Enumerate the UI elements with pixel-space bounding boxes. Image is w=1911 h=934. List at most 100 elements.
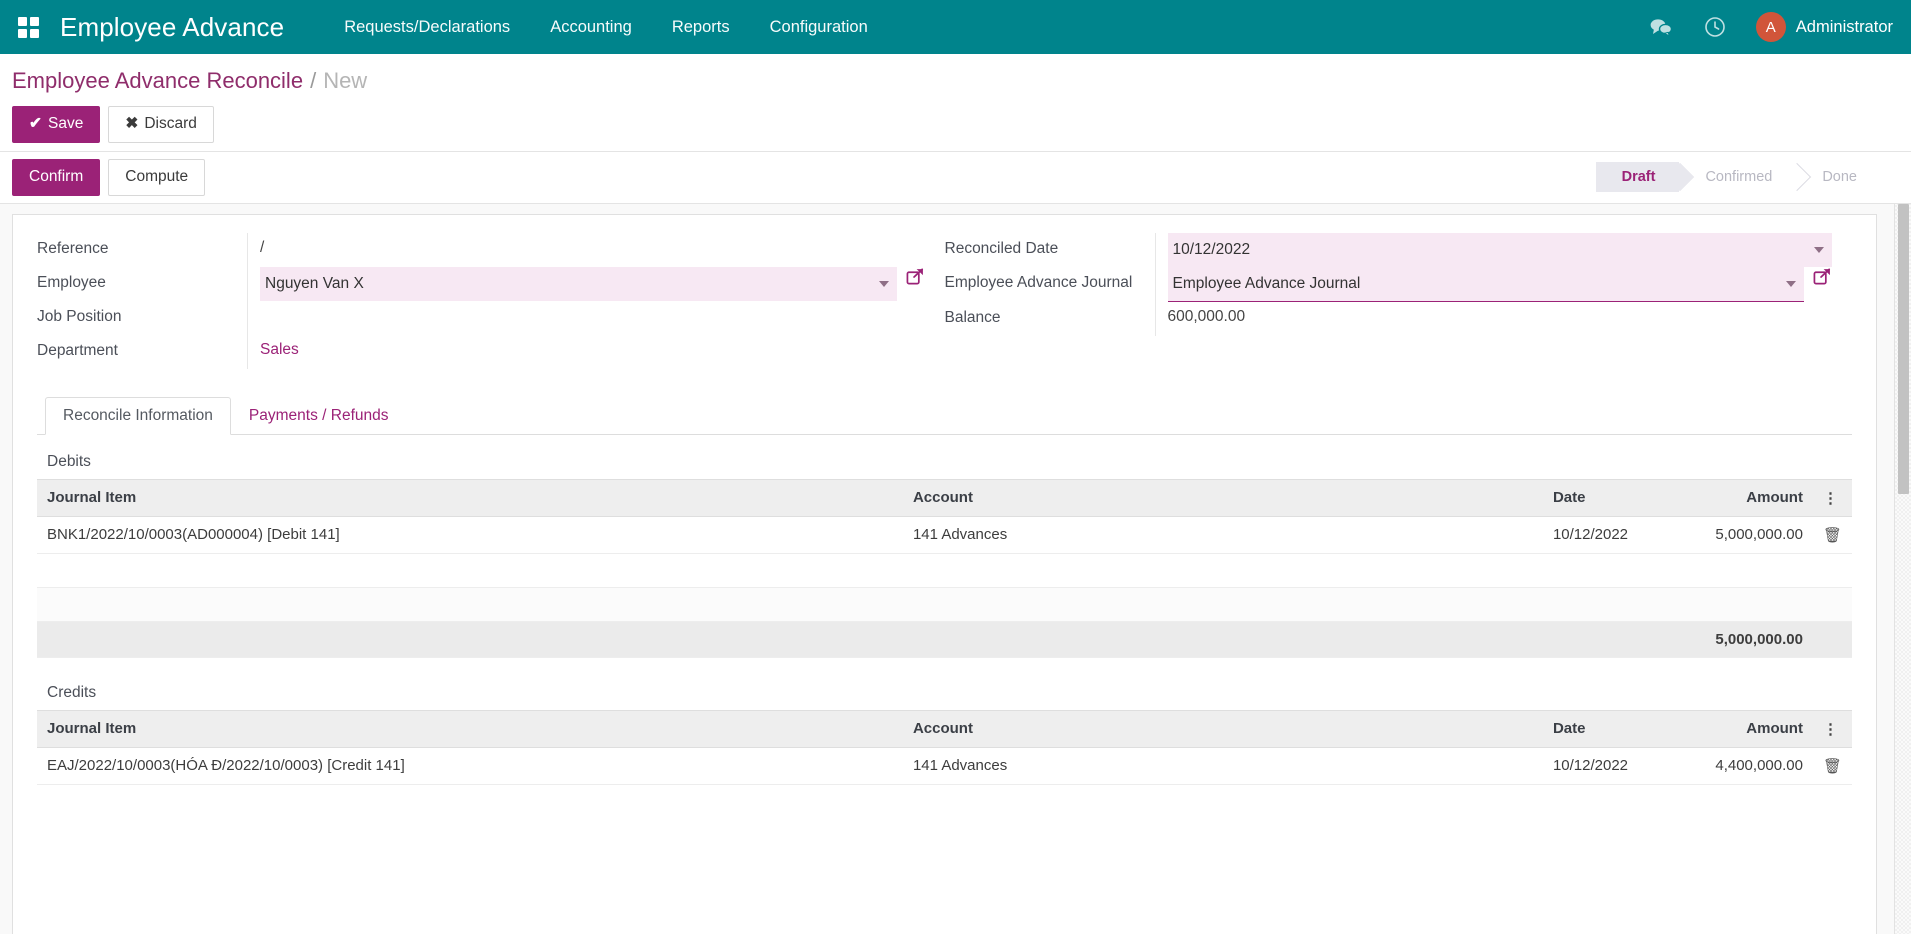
x-icon: ✖ (125, 115, 139, 132)
debits-delete-row-button[interactable]: 🗑 (1812, 516, 1852, 554)
top-navbar: Employee Advance Requests/Declarations A… (0, 0, 1911, 54)
credits-delete-row-button[interactable]: 🗑 (1812, 747, 1852, 785)
debits-add-row[interactable] (37, 587, 1852, 622)
credits-header-row: Journal Item Account Date Amount ⋮ (37, 709, 1852, 748)
stage-draft[interactable]: Draft (1595, 162, 1680, 193)
tab-list: Reconcile Information Payments / Refunds (37, 396, 1852, 435)
reconciled-date-field-wrap (1167, 232, 1832, 267)
credits-cell-journal-item[interactable]: EAJ/2022/10/0003(HÓA Đ/2022/10/0003) [Cr… (37, 747, 903, 785)
credits-cell-date[interactable]: 10/12/2022 (1542, 747, 1663, 785)
credits-cell-account[interactable]: 141 Advances (902, 747, 1543, 785)
user-menu[interactable]: A Administrator (1742, 12, 1893, 42)
external-link-icon (906, 268, 923, 285)
form-content-area: Reference / Employee Nguyen Van X Job Po… (0, 203, 1911, 934)
debits-total-spacer-2 (902, 620, 1543, 658)
debits-total-amount: 5,000,000.00 (1662, 620, 1813, 658)
debits-col-journal-item: Journal Item (37, 478, 903, 517)
discard-button-label: Discard (144, 115, 197, 132)
debits-total-spacer-3 (1542, 620, 1663, 658)
breadcrumb-separator: / (310, 68, 317, 93)
field-row-employee-advance-journal: Employee Advance Journal (944, 266, 1833, 302)
employee-label: Employee (37, 273, 106, 291)
form-column-left: Reference / Employee Nguyen Van X Job Po… (37, 232, 945, 369)
avatar: A (1755, 12, 1786, 42)
debits-optional-columns-button[interactable]: ⋮ (1812, 478, 1852, 517)
trash-icon: 🗑 (1822, 757, 1842, 775)
employee-open-record-button[interactable] (906, 267, 925, 286)
record-action-bar: ✔ Save ✖ Discard (0, 100, 1911, 152)
credits-col-account: Account (902, 709, 1543, 748)
table-row[interactable]: EAJ/2022/10/0003(HÓA Đ/2022/10/0003) [Cr… (37, 747, 1852, 785)
employee-input[interactable] (260, 266, 897, 301)
status-bar: Confirm Compute Draft Confirmed Done (0, 151, 1911, 204)
username-label: Administrator (1795, 17, 1893, 36)
form-top-section: Reference / Employee Nguyen Van X Job Po… (37, 232, 1852, 369)
chevron-down-icon[interactable] (878, 280, 889, 287)
employee-advance-journal-input[interactable] (1167, 266, 1804, 302)
department-value[interactable]: Sales (260, 335, 299, 359)
breadcrumb-root[interactable]: Employee Advance Reconcile (12, 68, 303, 94)
department-label: Department (37, 341, 118, 359)
credits-optional-columns-button[interactable]: ⋮ (1812, 709, 1852, 748)
save-button[interactable]: ✔ Save (12, 106, 101, 143)
messages-button[interactable] (1634, 18, 1688, 37)
menu-item-accounting[interactable]: Accounting (530, 10, 652, 45)
vertical-scrollbar[interactable] (1894, 203, 1911, 934)
save-button-label: Save (48, 115, 84, 132)
scrollbar-thumb[interactable] (1898, 203, 1909, 494)
form-sheet: Reference / Employee Nguyen Van X Job Po… (12, 213, 1877, 934)
menu-item-configuration[interactable]: Configuration (750, 10, 888, 45)
apps-grid-icon (17, 16, 39, 38)
journal-open-record-button[interactable] (1813, 267, 1832, 286)
compute-button[interactable]: Compute (108, 158, 206, 196)
employee-advance-journal-label: Employee Advance Journal (944, 273, 1133, 291)
discard-button[interactable]: ✖ Discard (108, 106, 214, 143)
stage-pipeline: Draft Confirmed Done (1595, 162, 1911, 193)
job-position-label: Job Position (37, 307, 122, 325)
tab-panel-reconcile-information: Debits Journal Item Account Date Amount … (37, 435, 1852, 785)
activities-button[interactable] (1688, 16, 1742, 38)
chevron-down-icon[interactable] (1814, 246, 1824, 253)
app-brand[interactable]: Employee Advance (60, 12, 284, 43)
trash-icon: 🗑 (1822, 526, 1842, 544)
credits-table-body: EAJ/2022/10/0003(HÓA Đ/2022/10/0003) [Cr… (37, 747, 1852, 785)
workflow-buttons: Confirm Compute (12, 158, 206, 196)
debits-col-date: Date (1542, 478, 1663, 517)
debits-cell-amount[interactable]: 5,000,000.00 (1662, 516, 1813, 554)
breadcrumb: Employee Advance Reconcile / New (0, 54, 1911, 100)
table-row[interactable]: BNK1/2022/10/0003(AD000004) [Debit 141] … (37, 516, 1852, 554)
confirm-button[interactable]: Confirm (12, 158, 101, 196)
field-row-reconciled-date: Reconciled Date (944, 232, 1832, 267)
stage-confirmed[interactable]: Confirmed (1679, 162, 1796, 192)
debits-cell-account[interactable]: 141 Advances (902, 516, 1543, 554)
reference-value: / (260, 238, 265, 256)
menu-item-reports[interactable]: Reports (652, 10, 750, 45)
tab-payments-refunds[interactable]: Payments / Refunds (231, 397, 407, 435)
reconciled-date-input[interactable] (1167, 232, 1832, 267)
field-row-balance: Balance 600,000.00 (945, 301, 1833, 336)
credits-col-amount: Amount (1662, 709, 1813, 748)
check-icon: ✔ (29, 115, 42, 132)
debits-total-spacer-1 (37, 620, 903, 658)
credits-cell-amount[interactable]: 4,400,000.00 (1662, 747, 1813, 785)
chevron-down-icon[interactable] (1786, 281, 1796, 288)
reconciled-date-label: Reconciled Date (944, 239, 1059, 257)
apps-menu-button[interactable] (10, 9, 46, 45)
debits-header-row: Journal Item Account Date Amount ⋮ (37, 478, 1852, 517)
debits-table-head: Journal Item Account Date Amount ⋮ (37, 478, 1852, 517)
tab-reconcile-information[interactable]: Reconcile Information (45, 396, 231, 435)
stage-done[interactable]: Done (1796, 162, 1881, 192)
debits-cell-date[interactable]: 10/12/2022 (1542, 516, 1663, 554)
employee-advance-journal-field-wrap (1167, 266, 1804, 302)
credits-col-journal-item: Journal Item (37, 709, 903, 748)
vertical-dots-icon: ⋮ (1822, 720, 1838, 738)
breadcrumb-current: New (323, 68, 368, 93)
credits-col-date: Date (1542, 709, 1663, 748)
menu-item-requests-declarations[interactable]: Requests/Declarations (324, 10, 530, 45)
debits-cell-journal-item[interactable]: BNK1/2022/10/0003(AD000004) [Debit 141] (37, 516, 903, 554)
employee-field-wrap (260, 266, 897, 301)
notebook: Reconcile Information Payments / Refunds… (37, 396, 1852, 785)
field-row-reference: Reference / (37, 232, 925, 267)
credits-section-title: Credits (47, 683, 97, 701)
